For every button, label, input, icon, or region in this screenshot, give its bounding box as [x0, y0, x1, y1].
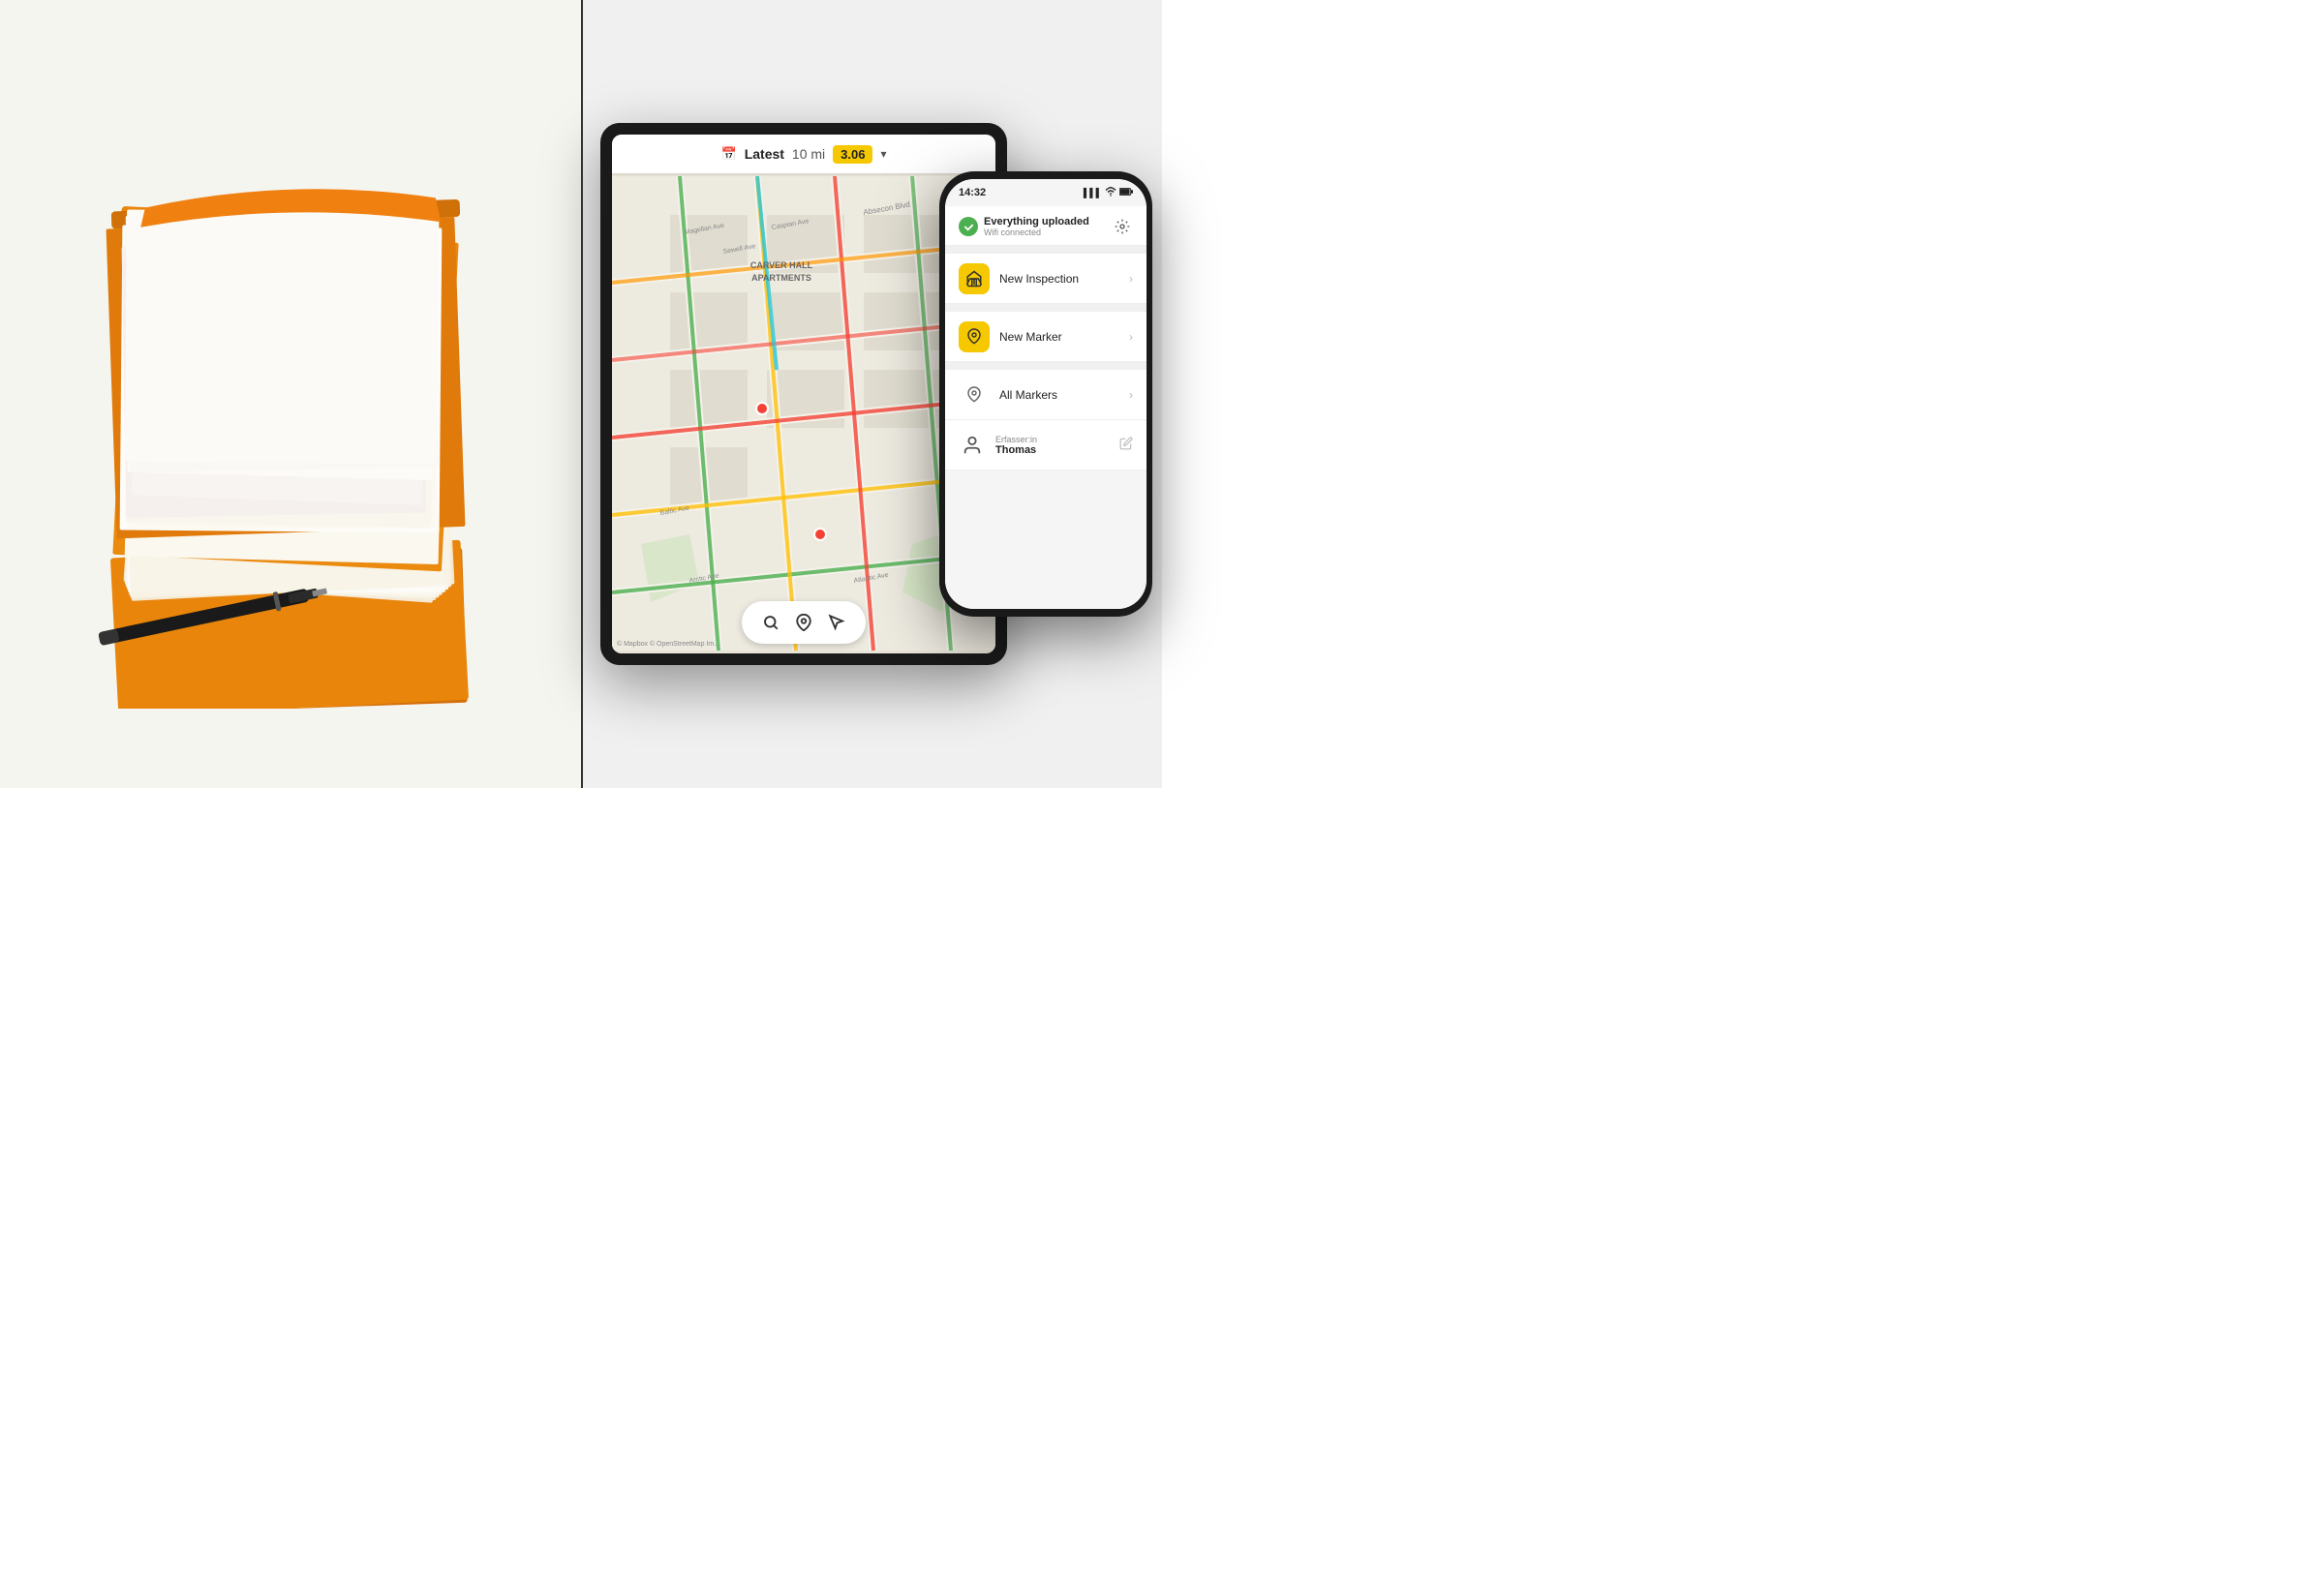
map-svg: Magellan Ave Sewell Ave Caspian Ave Abse… — [612, 173, 995, 653]
phone-content: Everything uploaded Wifi connected — [945, 206, 1147, 609]
map-badge: 3.06 — [833, 145, 872, 164]
select-tool-btn[interactable] — [823, 609, 850, 636]
divider — [581, 0, 583, 788]
new-inspection-label: New Inspection — [999, 272, 1079, 286]
signal-icon: ▌▌▌ — [1084, 188, 1102, 197]
settings-gear-btn[interactable] — [1112, 216, 1133, 237]
section-gap-1 — [945, 246, 1147, 254]
user-row[interactable]: Erfasser:in Thomas — [945, 420, 1147, 470]
upload-status-title: Everything uploaded — [984, 216, 1089, 227]
wifi-icon — [1105, 187, 1116, 198]
upload-status-row: Everything uploaded Wifi connected — [945, 206, 1147, 246]
location-tool-btn[interactable] — [790, 609, 817, 636]
all-markers-label: All Markers — [999, 388, 1057, 402]
new-marker-left: New Marker — [959, 321, 1062, 352]
tablet-screen: 📅 Latest 10 mi 3.06 ▾ — [612, 135, 995, 653]
left-panel — [0, 0, 581, 788]
phone-status-icons: ▌▌▌ — [1084, 187, 1133, 198]
new-inspection-chevron: › — [1129, 272, 1133, 286]
section-gap-3 — [945, 362, 1147, 370]
all-markers-icon-box — [959, 379, 990, 410]
user-role-label: Erfasser:in — [995, 435, 1037, 444]
user-name: Thomas — [995, 444, 1037, 456]
paper-stack-svg — [87, 128, 494, 709]
status-text-block: Everything uploaded Wifi connected — [984, 216, 1089, 237]
new-marker-item[interactable]: New Marker › — [945, 312, 1147, 362]
user-text-block: Erfasser:in Thomas — [995, 435, 1037, 456]
map-latest-label: Latest — [745, 146, 784, 162]
map-chevron-icon[interactable]: ▾ — [880, 147, 886, 161]
new-marker-icon-box — [959, 321, 990, 352]
svg-text:© Mapbox © OpenStreetMap Im...: © Mapbox © OpenStreetMap Im... — [617, 640, 719, 648]
map-area: Magellan Ave Sewell Ave Caspian Ave Abse… — [612, 173, 995, 653]
all-markers-item[interactable]: All Markers › — [945, 370, 1147, 420]
main-container: 📅 Latest 10 mi 3.06 ▾ — [0, 0, 1162, 788]
phone-screen: 14:32 ▌▌▌ — [945, 179, 1147, 609]
user-avatar-icon — [959, 432, 986, 459]
right-panel: 📅 Latest 10 mi 3.06 ▾ — [581, 0, 1162, 788]
section-gap-2 — [945, 304, 1147, 312]
status-left: Everything uploaded Wifi connected — [959, 216, 1089, 237]
map-toolbar — [742, 601, 866, 644]
new-marker-label: New Marker — [999, 330, 1062, 344]
svg-text:CARVER HALL: CARVER HALL — [750, 260, 813, 270]
new-inspection-item[interactable]: New Inspection › — [945, 254, 1147, 304]
calendar-icon: 📅 — [721, 146, 737, 162]
all-markers-left: All Markers — [959, 379, 1057, 410]
new-inspection-left: New Inspection — [959, 263, 1079, 294]
phone-status-bar: 14:32 ▌▌▌ — [945, 179, 1147, 206]
user-left: Erfasser:in Thomas — [959, 432, 1037, 459]
map-distance: 10 mi — [792, 146, 825, 162]
map-header: 📅 Latest 10 mi 3.06 ▾ — [612, 135, 995, 173]
phone-device: 14:32 ▌▌▌ — [939, 171, 1152, 617]
new-inspection-icon-box — [959, 263, 990, 294]
battery-icon — [1119, 187, 1133, 198]
svg-text:APARTMENTS: APARTMENTS — [751, 273, 811, 283]
search-tool-btn[interactable] — [757, 609, 784, 636]
phone-time: 14:32 — [959, 187, 986, 198]
check-circle-icon — [959, 217, 978, 236]
new-marker-chevron: › — [1129, 330, 1133, 344]
paper-stack-art — [87, 128, 494, 689]
upload-status-sub: Wifi connected — [984, 227, 1089, 237]
all-markers-chevron: › — [1129, 388, 1133, 402]
user-edit-icon[interactable] — [1119, 437, 1133, 453]
